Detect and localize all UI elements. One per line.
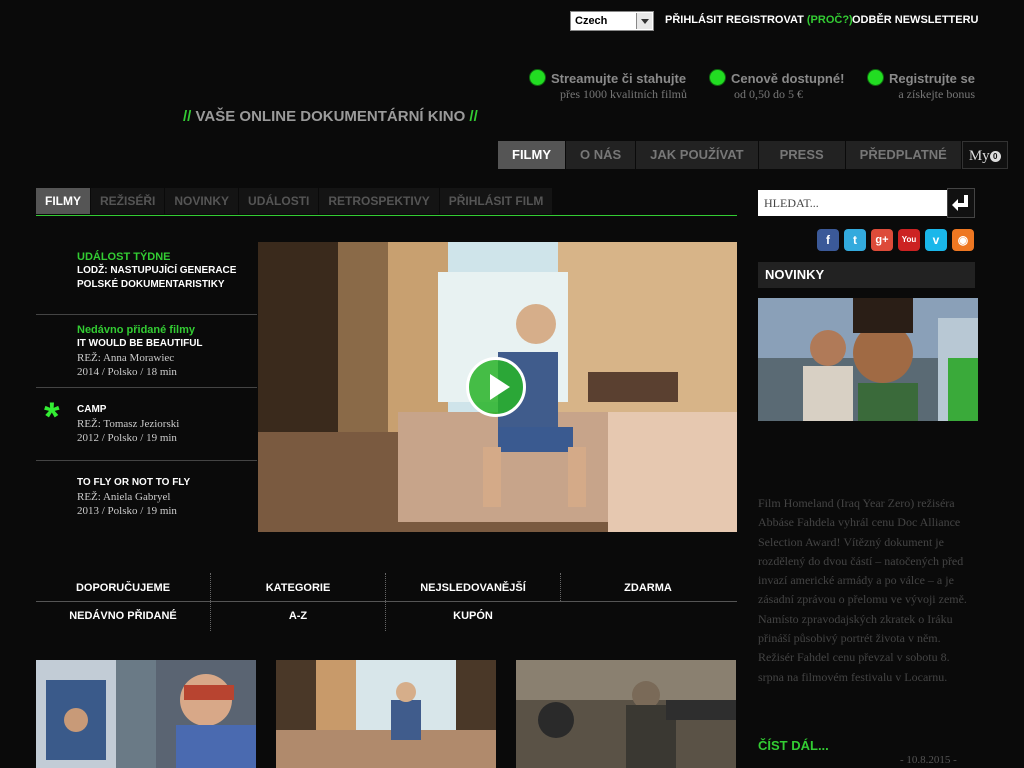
language-select[interactable]: Czech: [570, 11, 654, 31]
chevron-down-icon: [636, 13, 652, 29]
googleplus-icon[interactable]: g+: [871, 229, 893, 251]
feature-dot-icon: [709, 69, 726, 86]
list-item-event[interactable]: UDÁLOST TÝDNE LODŽ: NASTUPUJÍCÍ GENERACE…: [36, 242, 257, 315]
feature-title: Streamujte či stahujte: [551, 71, 687, 86]
list-item-director: REŽ: Anna Morawiec: [77, 352, 175, 364]
list-item-director: REŽ: Aniela Gabryel: [77, 491, 171, 503]
facebook-icon[interactable]: f: [817, 229, 839, 251]
news-photo: [758, 298, 978, 421]
language-value: Czech: [575, 15, 608, 27]
feature-title: Registrujte se: [889, 71, 975, 86]
main-nav: FILMY O NÁS JAK POUŽÍVAT PRESS PŘEDPLATN…: [498, 141, 1008, 169]
search-button[interactable]: [947, 188, 975, 218]
sub-nav-events[interactable]: UDÁLOSTI: [239, 188, 319, 214]
category-categories[interactable]: KATEGORIE: [211, 582, 385, 594]
list-item-title: LODŽ: NASTUPUJÍCÍ GENERACE: [77, 265, 237, 276]
main-nav-howto[interactable]: JAK POUŽÍVAT: [636, 141, 759, 169]
play-button[interactable]: [466, 357, 526, 417]
sub-nav-submit-film[interactable]: PŘIHLÁSIT FILM: [439, 188, 553, 214]
category-recently-added[interactable]: NEDÁVNO PŘIDANÉ: [36, 610, 210, 622]
register-link[interactable]: REGISTROVAT (PROČ?): [726, 14, 853, 26]
film-thumbnail[interactable]: [516, 660, 736, 768]
search-placeholder: HLEDAT...: [764, 196, 819, 210]
list-item-title: TO FLY OR NOT TO FLY: [77, 477, 191, 488]
register-label: REGISTROVAT: [726, 14, 804, 26]
search-input[interactable]: HLEDAT...: [758, 190, 948, 216]
tagline-slash: //: [469, 108, 478, 125]
main-nav-subscription[interactable]: PŘEDPLATNÉ: [845, 141, 962, 169]
category-coupon[interactable]: KUPÓN: [386, 610, 560, 622]
main-nav-films[interactable]: FILMY: [498, 141, 566, 169]
category-recommended[interactable]: DOPORUČUJEME: [36, 582, 210, 594]
list-item-title: POLSKÉ DOKUMENTARISTIKY: [77, 279, 225, 290]
active-star-icon: *: [44, 395, 60, 439]
my-count-badge: 0: [989, 151, 1001, 163]
category-a-z[interactable]: A-Z: [211, 610, 385, 622]
enter-arrow-icon: [952, 195, 968, 211]
newsletter-link[interactable]: ODBĚR NEWSLETTERU: [852, 14, 979, 26]
news-image[interactable]: [758, 298, 978, 421]
news-date: - 10.8.2015 -: [900, 754, 957, 766]
read-more-link[interactable]: ČÍST DÁL...: [758, 738, 829, 753]
rss-icon[interactable]: ◉: [952, 229, 974, 251]
sub-nav-directors[interactable]: REŽISÉŘI: [91, 188, 165, 214]
register-why-link[interactable]: (PROČ?): [807, 14, 853, 26]
youtube-icon[interactable]: You: [898, 229, 920, 251]
list-item-title: IT WOULD BE BEAUTIFUL: [77, 338, 203, 349]
main-nav-about[interactable]: O NÁS: [566, 141, 637, 169]
feature-dot-icon: [529, 69, 546, 86]
news-text: Film Homeland (Iraq Year Zero) režiséra …: [758, 496, 967, 684]
list-item-meta: 2014 / Polsko / 18 min: [77, 366, 177, 378]
film-thumbnail[interactable]: [36, 660, 256, 768]
feature-title: Cenově dostupné!: [731, 71, 845, 86]
sub-nav-news[interactable]: NOVINKY: [165, 188, 239, 214]
main-nav-my[interactable]: My 0: [961, 141, 1008, 169]
main-nav-press[interactable]: PRESS: [758, 141, 846, 169]
list-item-film[interactable]: Nedávno přidané filmy IT WOULD BE BEAUTI…: [36, 315, 257, 388]
feature-dot-icon: [867, 69, 884, 86]
list-item-meta: 2013 / Polsko / 19 min: [77, 505, 177, 517]
thumbnail-image: [276, 660, 496, 768]
sub-nav-retrospectives[interactable]: RETROSPEKTIVY: [319, 188, 439, 214]
sub-nav: FILMY REŽISÉŘI NOVINKY UDÁLOSTI RETROSPE…: [36, 188, 553, 214]
category-free[interactable]: ZDARMA: [561, 582, 735, 594]
list-item-film[interactable]: TO FLY OR NOT TO FLY REŽ: Aniela Gabryel…: [36, 461, 257, 533]
list-item-meta: 2012 / Polsko / 19 min: [77, 432, 177, 444]
category-most-watched[interactable]: NEJSLEDOVANĚJŠÍ: [386, 582, 560, 594]
list-item-title: CAMP: [77, 404, 107, 415]
vimeo-icon[interactable]: v: [925, 229, 947, 251]
my-label: My: [968, 148, 990, 164]
tagline-slash: //: [183, 108, 192, 125]
list-item-category: Nedávno přidané filmy: [77, 324, 195, 336]
twitter-icon[interactable]: t: [844, 229, 866, 251]
news-heading: NOVINKY: [758, 262, 975, 288]
list-item-film-active[interactable]: * CAMP REŽ: Tomasz Jeziorski 2012 / Pols…: [36, 388, 257, 461]
thumbnail-image: [516, 660, 736, 768]
feature-subtitle: přes 1000 kvalitních filmů: [560, 87, 687, 101]
list-item-category: UDÁLOST TÝDNE: [77, 251, 171, 263]
tagline: // VAŠE ONLINE DOKUMENTÁRNÍ KINO //: [183, 108, 478, 125]
login-link[interactable]: PŘIHLÁSIT: [665, 14, 723, 26]
list-item-director: REŽ: Tomasz Jeziorski: [77, 418, 180, 430]
feature-subtitle: a získejte bonus: [898, 87, 975, 101]
category-row-divider: [36, 601, 737, 602]
film-thumbnail[interactable]: [276, 660, 496, 768]
feature-subtitle: od 0,50 do 5 €: [734, 87, 803, 101]
sub-nav-films[interactable]: FILMY: [36, 188, 90, 214]
tagline-text: VAŠE ONLINE DOKUMENTÁRNÍ KINO: [195, 108, 466, 125]
thumbnail-image: [36, 660, 256, 768]
sub-nav-divider: [36, 215, 737, 216]
